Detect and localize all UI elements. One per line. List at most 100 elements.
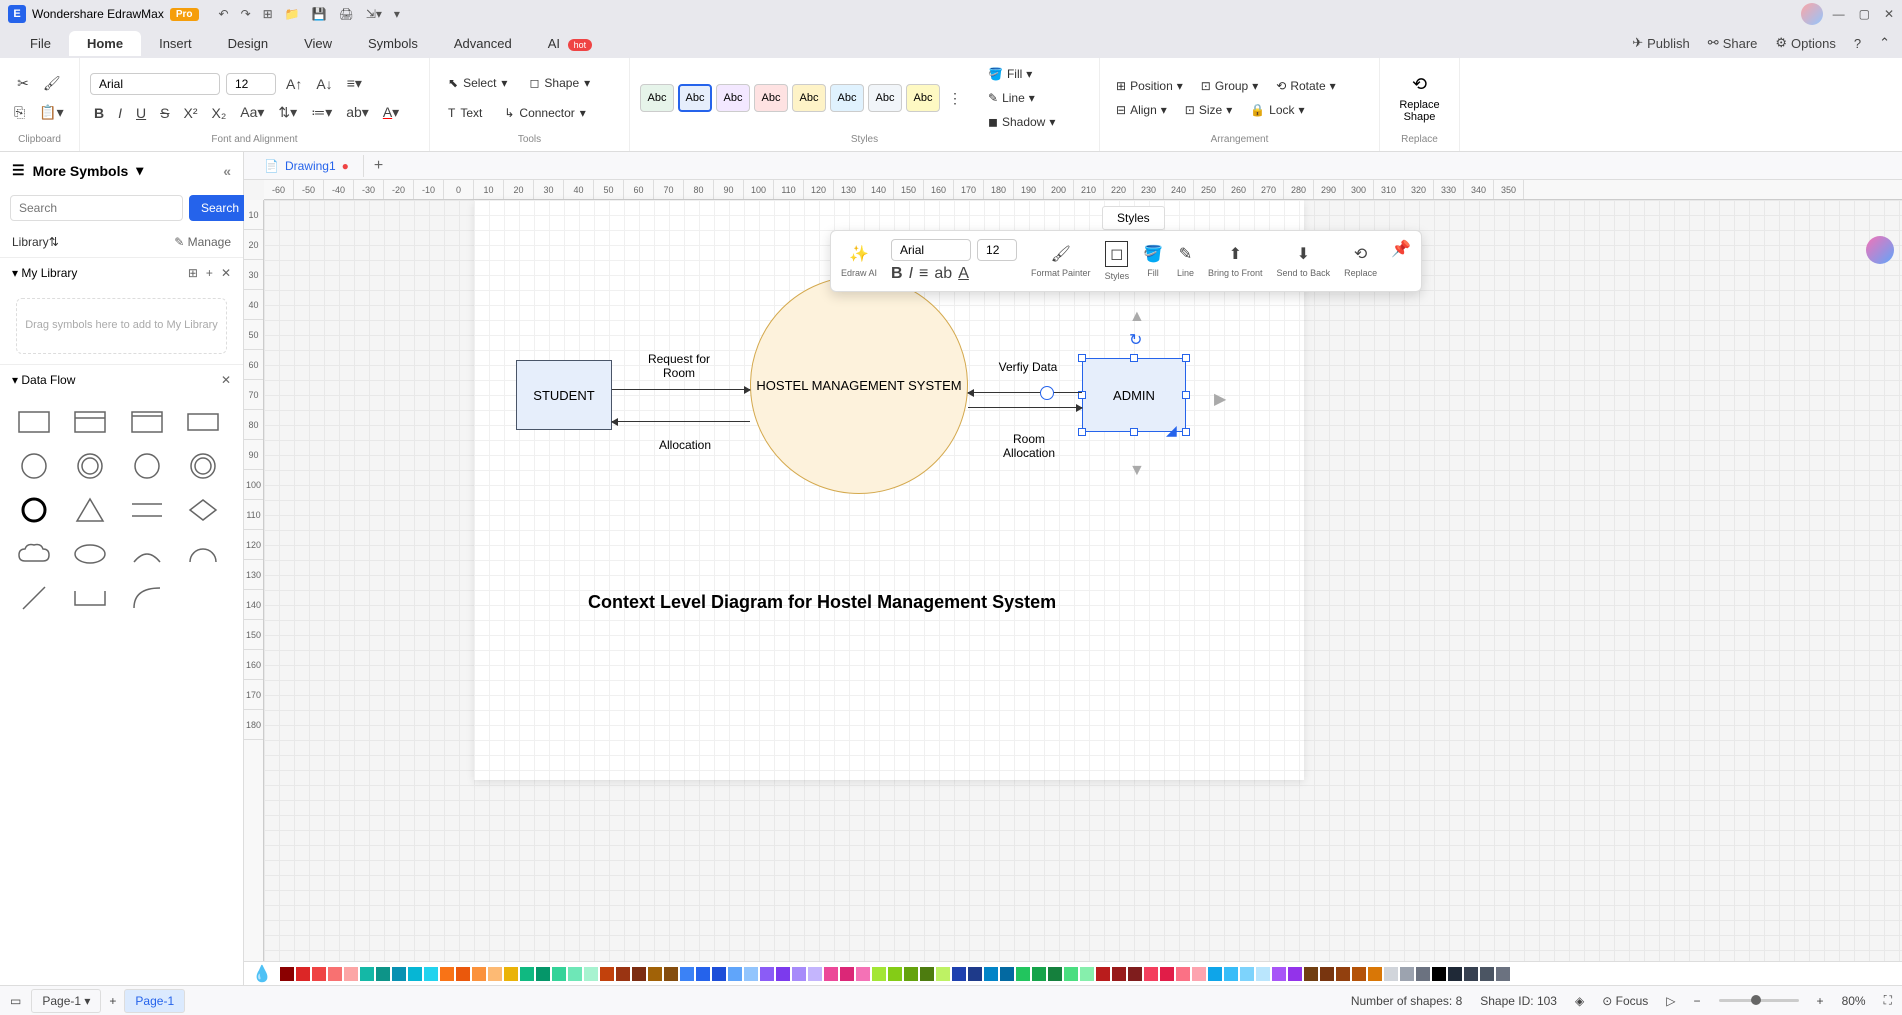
page-select[interactable]: Page-1 ▾: [31, 989, 101, 1013]
connector-tool[interactable]: ↳ Connector ▾: [496, 102, 593, 124]
publish-button[interactable]: ✈ Publish: [1632, 35, 1690, 51]
color-swatch[interactable]: [488, 967, 502, 981]
view-toggle-icon[interactable]: ▭: [10, 994, 21, 1008]
color-swatch[interactable]: [1000, 967, 1014, 981]
color-swatch[interactable]: [1256, 967, 1270, 981]
shape-student[interactable]: STUDENT: [516, 360, 612, 430]
arrow-allocation[interactable]: [612, 421, 750, 422]
zoom-level[interactable]: 80%: [1842, 994, 1866, 1008]
handle-bm[interactable]: [1130, 428, 1138, 436]
color-swatch[interactable]: [1144, 967, 1158, 981]
color-swatch[interactable]: [328, 967, 342, 981]
add-tab-button[interactable]: +: [364, 153, 393, 179]
style-swatch-6[interactable]: Abc: [830, 84, 864, 112]
color-swatch[interactable]: [1128, 967, 1142, 981]
copy-button[interactable]: ⎘: [10, 100, 29, 125]
float-align[interactable]: ≡: [919, 265, 928, 283]
shape-admin[interactable]: ADMIN: [1082, 358, 1186, 432]
diagram-title[interactable]: Context Level Diagram for Hostel Managem…: [588, 592, 1056, 613]
color-swatch[interactable]: [1176, 967, 1190, 981]
color-swatch[interactable]: [584, 967, 598, 981]
minimize-button[interactable]: —: [1833, 7, 1845, 21]
color-swatch[interactable]: [1272, 967, 1286, 981]
label-allocation[interactable]: Allocation: [650, 438, 720, 452]
color-swatch[interactable]: [1096, 967, 1110, 981]
float-styles[interactable]: ◻: [1105, 241, 1128, 267]
color-swatch[interactable]: [1496, 967, 1510, 981]
float-line[interactable]: ✎: [1179, 244, 1192, 264]
eyedropper-icon[interactable]: 💧: [252, 964, 272, 984]
arrow-request[interactable]: [612, 389, 750, 390]
edraw-ai-icon[interactable]: ✨: [849, 244, 869, 264]
color-swatch[interactable]: [1288, 967, 1302, 981]
replace-shape-button[interactable]: Replace Shape: [1390, 99, 1449, 123]
color-swatch[interactable]: [824, 967, 838, 981]
arrow-room-alloc[interactable]: [968, 407, 1082, 408]
shape-triangle[interactable]: [70, 493, 110, 527]
color-swatch[interactable]: [1448, 967, 1462, 981]
qat-more[interactable]: ▾: [394, 7, 400, 21]
color-swatch[interactable]: [728, 967, 742, 981]
align-button[interactable]: ⊟ Align▾: [1110, 100, 1173, 120]
color-swatch[interactable]: [1080, 967, 1094, 981]
bold-button[interactable]: B: [90, 101, 108, 125]
replace-shape-icon[interactable]: ⟲: [1412, 74, 1427, 95]
menu-ai[interactable]: AI hot: [530, 31, 610, 56]
rotate-button[interactable]: ⟲ Rotate▾: [1270, 76, 1341, 96]
maximize-button[interactable]: ▢: [1859, 7, 1870, 21]
add-page-button[interactable]: +: [109, 994, 116, 1008]
color-swatch[interactable]: [632, 967, 646, 981]
color-swatch[interactable]: [1368, 967, 1382, 981]
symbol-search-button[interactable]: Search: [189, 195, 251, 221]
menu-home[interactable]: Home: [69, 31, 141, 56]
color-swatch[interactable]: [920, 967, 934, 981]
shape-rect[interactable]: [14, 405, 54, 439]
underline-button[interactable]: U: [132, 101, 150, 125]
color-swatch[interactable]: [1240, 967, 1254, 981]
color-swatch[interactable]: [808, 967, 822, 981]
color-swatch[interactable]: [776, 967, 790, 981]
float-highlight[interactable]: ab: [934, 265, 952, 283]
position-button[interactable]: ⊞ Position▾: [1110, 76, 1189, 96]
style-swatch-5[interactable]: Abc: [792, 84, 826, 112]
color-swatch[interactable]: [888, 967, 902, 981]
color-swatch[interactable]: [984, 967, 998, 981]
font-size-select[interactable]: [226, 73, 276, 95]
color-swatch[interactable]: [968, 967, 982, 981]
label-request[interactable]: Request for Room: [639, 352, 719, 380]
color-swatch[interactable]: [1512, 967, 1526, 981]
color-swatch[interactable]: [936, 967, 950, 981]
menu-view[interactable]: View: [286, 31, 350, 56]
handle-tm[interactable]: [1130, 354, 1138, 362]
my-library-toggle[interactable]: ▾ My Library: [12, 266, 77, 280]
color-swatch[interactable]: [456, 967, 470, 981]
increase-font-button[interactable]: A↑: [282, 72, 306, 96]
strikethrough-button[interactable]: S: [156, 101, 173, 125]
color-swatch[interactable]: [616, 967, 630, 981]
float-pin[interactable]: 📌: [1391, 239, 1411, 259]
color-swatch[interactable]: [1192, 967, 1206, 981]
shape-diamond[interactable]: [183, 493, 223, 527]
paste-button[interactable]: 📋▾: [35, 100, 67, 125]
color-swatch[interactable]: [440, 967, 454, 981]
color-swatch[interactable]: [856, 967, 870, 981]
zoom-slider[interactable]: [1719, 999, 1799, 1002]
italic-button[interactable]: I: [114, 101, 126, 125]
color-swatch[interactable]: [1048, 967, 1062, 981]
color-swatch[interactable]: [504, 967, 518, 981]
shape-curve[interactable]: [127, 581, 167, 615]
color-swatch[interactable]: [296, 967, 310, 981]
color-swatch[interactable]: [1224, 967, 1238, 981]
fit-button[interactable]: ⛶: [1884, 993, 1892, 1008]
options-button[interactable]: ⚙ Options: [1775, 35, 1835, 51]
size-button[interactable]: ⊡ Size▾: [1179, 100, 1238, 120]
shape-line[interactable]: [14, 581, 54, 615]
shape-arc[interactable]: [127, 537, 167, 571]
open-button[interactable]: 📁: [285, 7, 300, 21]
color-swatch[interactable]: [408, 967, 422, 981]
color-swatch[interactable]: [472, 967, 486, 981]
fill-button[interactable]: 🪣 Fill ▾: [982, 64, 1038, 84]
style-swatch-3[interactable]: Abc: [716, 84, 750, 112]
color-swatch[interactable]: [1432, 967, 1446, 981]
color-swatch[interactable]: [1208, 967, 1222, 981]
